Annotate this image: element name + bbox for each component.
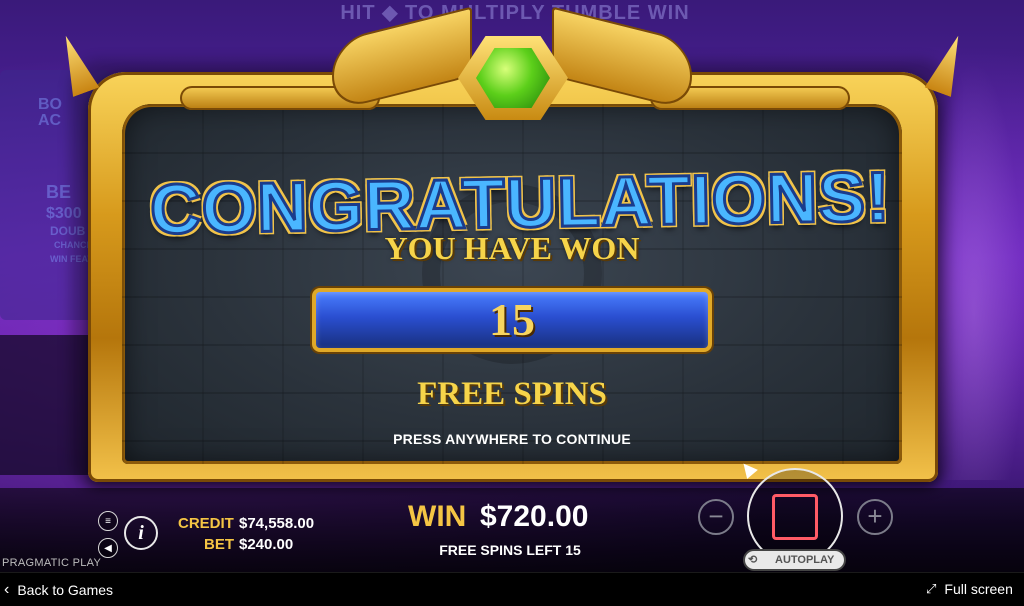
- back-to-games-link[interactable]: ‹ Back to Games: [4, 581, 113, 599]
- you-have-won-text: YOU HAVE WON: [384, 230, 640, 266]
- page-footer-bar: [0, 572, 1024, 606]
- bet-decrease-button[interactable]: −: [698, 499, 734, 535]
- win-value: $720.00: [480, 500, 589, 533]
- bet-increase-button[interactable]: +: [857, 499, 893, 535]
- continue-hint[interactable]: PRESS ANYWHERE TO CONTINUE: [312, 428, 712, 450]
- chevron-left-icon: ‹: [4, 581, 10, 598]
- autoplay-icon: ⟲: [748, 554, 758, 566]
- autoplay-button[interactable]: AUTOPLAY: [743, 549, 846, 571]
- bonus-panel-text-2: AC: [38, 112, 62, 129]
- multiplier-banner: HIT ◆ TO MULTIPLY TUMBLE WIN: [340, 2, 690, 24]
- fullscreen-label: Full screen: [944, 581, 1013, 597]
- free-spins-label: FREE SPINS: [417, 376, 607, 412]
- fullscreen-link[interactable]: ⤢ Full screen: [926, 581, 1013, 597]
- menu-icon[interactable]: ≡: [98, 511, 118, 531]
- sound-icon[interactable]: ◀: [98, 538, 118, 558]
- credit-value: $74,558.00: [239, 515, 315, 532]
- provider-logo: PRAGMATIC PLAY: [2, 557, 102, 569]
- free-spins-left: FREE SPINS LEFT 15: [439, 542, 581, 558]
- win-label: WIN: [408, 500, 467, 533]
- bet-label: BET: [204, 536, 234, 553]
- stop-icon: [772, 494, 818, 540]
- spins-awarded-value: 15: [489, 294, 535, 345]
- credit-label: CREDIT: [178, 515, 234, 532]
- expand-icon: ⤢: [926, 581, 937, 596]
- bet-value: $240.00: [239, 536, 294, 553]
- info-icon[interactable]: i: [124, 516, 158, 550]
- back-to-games-label: Back to Games: [17, 582, 114, 598]
- bonus-panel-text-3: BE: [46, 182, 72, 202]
